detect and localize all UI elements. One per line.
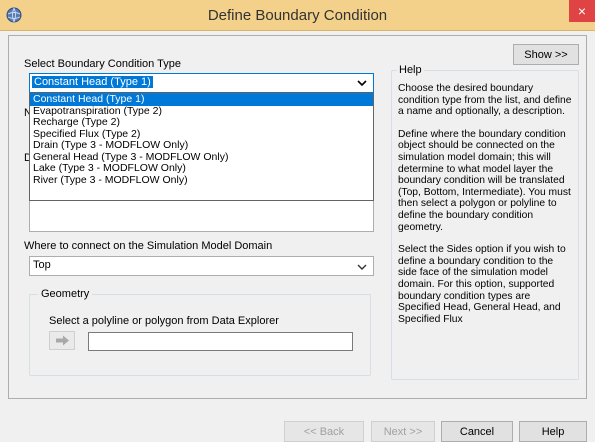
dialog-window: Define Boundary Condition × Show >> Sele… — [0, 0, 595, 442]
connect-combo[interactable]: Top — [29, 256, 374, 276]
help-paragraph: Define where the boundary condition obje… — [398, 128, 571, 233]
description-field[interactable] — [29, 200, 374, 232]
help-group: Help Choose the desired boundary conditi… — [391, 64, 579, 380]
window-title: Define Boundary Condition — [207, 7, 388, 24]
geometry-field[interactable] — [88, 332, 353, 351]
type-option[interactable]: Constant Head (Type 1) — [30, 94, 373, 106]
select-geometry-button[interactable] — [49, 331, 75, 350]
right-arrow-icon — [56, 335, 69, 346]
geometry-instruction: Select a polyline or polygon from Data E… — [49, 315, 279, 327]
close-button[interactable]: × — [569, 0, 595, 22]
chevron-down-icon — [357, 80, 367, 87]
cancel-button[interactable]: Cancel — [441, 421, 513, 442]
back-button[interactable]: << Back — [284, 421, 364, 442]
help-paragraph: Choose the desired boundary condition ty… — [398, 83, 572, 118]
connect-label: Where to connect on the Simulation Model… — [24, 240, 273, 252]
help-text: Choose the desired boundary condition ty… — [398, 83, 574, 336]
chevron-down-icon — [357, 264, 367, 270]
next-button[interactable]: Next >> — [371, 421, 435, 442]
help-paragraph: Select the Sides option if you wish to d… — [398, 244, 566, 325]
type-combo-value: Constant Head (Type 1) — [32, 76, 153, 88]
help-title: Help — [397, 64, 424, 76]
type-label: Select Boundary Condition Type — [24, 58, 181, 70]
geometry-title: Geometry — [38, 288, 93, 300]
show-button[interactable]: Show >> — [513, 44, 579, 65]
type-option[interactable]: River (Type 3 - MODFLOW Only) — [30, 174, 373, 187]
type-combo[interactable]: Constant Head (Type 1) — [29, 73, 374, 93]
help-button[interactable]: Help — [519, 421, 587, 442]
type-option[interactable]: Recharge (Type 2) — [30, 117, 373, 129]
type-dropdown-list[interactable]: Constant Head (Type 1) Evapotranspiratio… — [29, 93, 374, 201]
close-icon: × — [577, 3, 587, 19]
type-option[interactable]: Lake (Type 3 - MODFLOW Only) — [30, 163, 373, 175]
type-option[interactable]: Drain (Type 3 - MODFLOW Only) — [30, 140, 373, 152]
title-bar: Define Boundary Condition × — [0, 0, 595, 31]
connect-combo-value: Top — [33, 259, 51, 271]
